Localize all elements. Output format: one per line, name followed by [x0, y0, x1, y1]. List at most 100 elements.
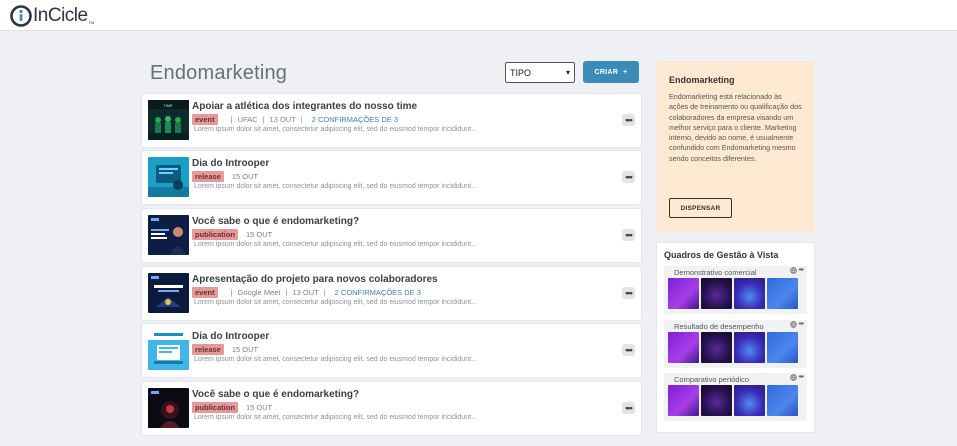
- meta-separator: |: [300, 115, 303, 124]
- dismiss-button[interactable]: DISPENSAR: [669, 198, 732, 218]
- logo[interactable]: InCicle TM: [10, 4, 94, 28]
- board-card[interactable]: Comparativo periódico •••: [664, 373, 807, 421]
- plus-icon: +: [623, 68, 628, 76]
- card-thumbnail[interactable]: [148, 157, 189, 197]
- more-options-icon[interactable]: •••: [622, 287, 635, 299]
- more-options-icon[interactable]: •••: [799, 267, 804, 274]
- board-thumbnail[interactable]: [767, 385, 798, 416]
- meta-value: 15 OUT: [231, 345, 259, 354]
- meta-value: UFAC: [237, 115, 258, 124]
- svg-text:TIME: TIME: [163, 103, 173, 108]
- logo-tm: TM: [88, 19, 95, 25]
- chevron-down-icon: ▾: [565, 68, 570, 77]
- card-thumbnail[interactable]: TIME: [148, 100, 189, 140]
- card-meta: release 15 OUT: [192, 344, 258, 355]
- type-badge: event: [192, 114, 218, 125]
- meta-separator: |: [262, 115, 265, 124]
- more-options-icon[interactable]: •••: [622, 114, 635, 126]
- card-thumbnail[interactable]: [148, 273, 189, 313]
- card-thumbnail[interactable]: [148, 330, 189, 370]
- card-description: Lorem ipsum dolor sit amet, consectetur …: [194, 241, 477, 248]
- boards-panel: Quadros de Gestão à Vista Demonstrativo …: [657, 243, 814, 432]
- feed-card[interactable]: TIME Apoiar a atlética dos integrantes do…: [142, 94, 641, 147]
- page-title: Endomarketing: [150, 62, 288, 84]
- board-thumbnail[interactable]: [668, 385, 699, 416]
- board-actions[interactable]: •••: [789, 267, 804, 274]
- more-options-icon[interactable]: •••: [622, 402, 635, 414]
- board-name[interactable]: Comparativo periódico: [674, 375, 749, 384]
- board-thumbnail[interactable]: [668, 332, 699, 363]
- meta-value: 13 OUT: [292, 288, 319, 297]
- board-name[interactable]: Demonstrativo comercial: [674, 268, 757, 277]
- card-description: Lorem ipsum dolor sit amet, consectetur …: [194, 414, 477, 421]
- type-badge: publication: [192, 402, 238, 413]
- card-meta: publication 15 OUT: [192, 229, 272, 240]
- create-button-label: CRIAR: [594, 68, 619, 76]
- feed-card[interactable]: Você sabe o que é endomarketing? publicat…: [142, 209, 641, 262]
- feed-card[interactable]: Dia do Introoper release 15 OUT Lorem ipsum…: [142, 324, 641, 377]
- card-description: Lorem ipsum dolor sit amet, consectetur …: [194, 299, 477, 306]
- type-select[interactable]: TIPO ▾: [505, 62, 575, 83]
- more-options-icon[interactable]: •••: [622, 171, 635, 183]
- card-title[interactable]: Você sabe o que é endomarketing?: [192, 389, 359, 400]
- board-actions[interactable]: •••: [789, 374, 804, 381]
- type-select-value: TIPO: [510, 67, 532, 78]
- meta-separator: |: [230, 115, 233, 124]
- board-card[interactable]: Demonstrativo comercial •••: [664, 266, 807, 314]
- type-badge: publication: [192, 229, 238, 240]
- boards-title: Quadros de Gestão à Vista: [664, 250, 779, 260]
- card-title[interactable]: Você sabe o que é endomarketing?: [192, 216, 359, 227]
- globe-icon[interactable]: [789, 321, 797, 328]
- confirmations-link[interactable]: 2 CONFIRMAÇÕES DE 3: [335, 288, 421, 297]
- board-thumbnails: [668, 332, 798, 363]
- board-thumbnail[interactable]: [767, 278, 798, 309]
- board-name[interactable]: Resultado de desempenho: [674, 322, 764, 331]
- card-title[interactable]: Apresentação do projeto para novos colab…: [192, 274, 438, 285]
- board-thumbnail[interactable]: [734, 385, 765, 416]
- meta-separator: |: [285, 288, 288, 297]
- feed-card[interactable]: Apresentação do projeto para novos colab…: [142, 267, 641, 320]
- board-thumbnail[interactable]: [701, 278, 732, 309]
- logo-text: InCicle: [33, 5, 88, 26]
- card-title[interactable]: Dia do Introoper: [192, 158, 269, 169]
- info-panel: Endomarketing Endomarketing está relacio…: [657, 61, 814, 232]
- card-thumbnail[interactable]: [148, 215, 189, 255]
- more-options-icon[interactable]: •••: [799, 374, 804, 381]
- create-button[interactable]: CRIAR +: [583, 61, 639, 83]
- card-description: Lorem ipsum dolor sit amet, consectetur …: [194, 183, 477, 190]
- meta-value: 13 OUT: [269, 115, 296, 124]
- board-thumbnail[interactable]: [668, 278, 699, 309]
- board-thumbnail[interactable]: [767, 332, 798, 363]
- card-meta: publication 15 OUT: [192, 402, 272, 413]
- meta-separator: |: [323, 288, 326, 297]
- board-actions[interactable]: •••: [789, 321, 804, 328]
- card-meta: event | Google Meet | 13 OUT | 2 CONFIRMAÇÕES …: [192, 287, 421, 298]
- board-thumbnail[interactable]: [701, 332, 732, 363]
- board-card[interactable]: Resultado de desempenho •••: [664, 320, 807, 368]
- board-thumbnails: [668, 278, 798, 309]
- globe-icon[interactable]: [789, 374, 797, 381]
- type-badge: release: [192, 171, 224, 182]
- card-description: Lorem ipsum dolor sit amet, consectetur …: [194, 126, 477, 133]
- info-text: Endomarketing está relacionado às ações …: [669, 92, 802, 163]
- top-bar: InCicle TM: [0, 0, 957, 31]
- card-title[interactable]: Apoiar a atlética dos integrantes do nos…: [192, 101, 417, 112]
- card-title[interactable]: Dia do Introoper: [192, 331, 269, 342]
- meta-value: 15 OUT: [231, 172, 259, 181]
- board-thumbnail[interactable]: [734, 332, 765, 363]
- more-options-icon[interactable]: •••: [622, 229, 635, 241]
- board-thumbnails: [668, 385, 798, 416]
- card-thumbnail[interactable]: [148, 388, 189, 428]
- type-badge: event: [192, 287, 218, 298]
- feed-card[interactable]: Você sabe o que é endomarketing? publicat…: [142, 382, 641, 435]
- info-title: Endomarketing: [669, 75, 735, 85]
- board-thumbnail[interactable]: [734, 278, 765, 309]
- more-options-icon[interactable]: •••: [622, 344, 635, 356]
- meta-value: Google Meet: [237, 288, 281, 297]
- feed-card[interactable]: Dia do Introoper release 15 OUT Lorem ipsum…: [142, 151, 641, 204]
- board-thumbnail[interactable]: [701, 385, 732, 416]
- confirmations-link[interactable]: 2 CONFIRMAÇÕES DE 3: [312, 115, 398, 124]
- more-options-icon[interactable]: •••: [799, 321, 804, 328]
- meta-separator: |: [230, 288, 233, 297]
- globe-icon[interactable]: [789, 267, 797, 274]
